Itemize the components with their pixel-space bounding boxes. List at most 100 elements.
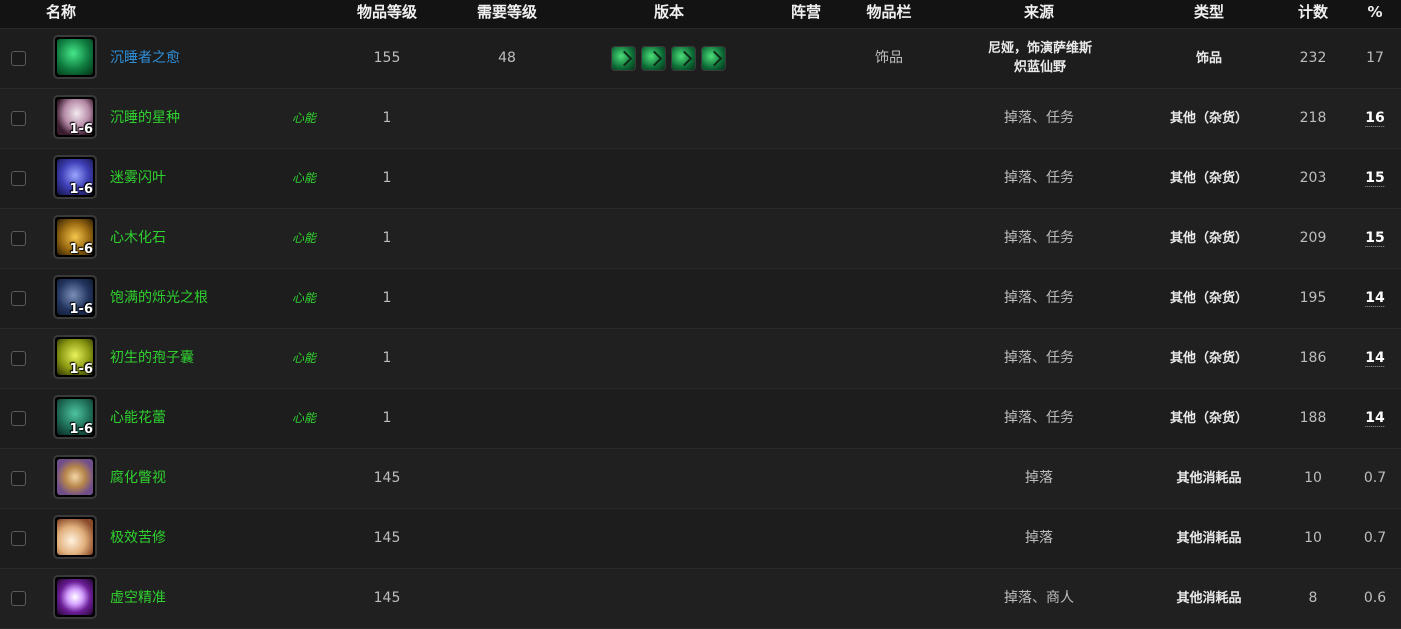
source-cell: 掉落 [1025,530,1053,546]
percent-cell: 15 [1365,209,1385,268]
percent-value: 17 [1366,50,1384,66]
percent-value[interactable]: 15 [1365,230,1385,247]
percent-value[interactable]: 16 [1365,110,1385,127]
type-cell: 其他消耗品 [1176,591,1242,606]
count-cell: 195 [1299,290,1327,306]
header-faction[interactable]: 阵营 [791,0,821,26]
count-cell: 10 [1304,470,1322,486]
source-cell: 掉落 [1025,470,1053,486]
fossil-icon[interactable]: 1-6 [53,215,97,259]
item-level-cell: 145 [373,470,401,486]
trinket-icon[interactable] [53,35,97,79]
root-icon[interactable]: 1-6 [53,275,97,319]
row-checkbox[interactable] [11,231,26,246]
item-name-link[interactable]: 沉睡者之愈 [110,29,180,88]
source-cell[interactable]: 尼娅，饰演萨维斯 炽蓝仙野 [988,39,1092,77]
stack-count: 1-6 [69,422,94,437]
type-cell: 其他（杂货） [1169,411,1249,426]
table-row[interactable]: 沉睡者之愈 155 48 饰品 尼娅，饰演萨维斯 炽蓝仙野 饰品 232 17 [0,29,1401,89]
percent-cell: 16 [1365,89,1385,148]
table-row[interactable]: 1-6 初生的孢子囊 心能 1 掉落、任务 其他（杂货） 186 14 [0,329,1401,389]
source-npc[interactable]: 尼娅，饰演萨维斯 [988,39,1092,58]
table-row[interactable]: 腐化瞥视 145 掉落 其他消耗品 10 0.7 [0,449,1401,509]
row-checkbox[interactable] [11,171,26,186]
percent-value[interactable]: 14 [1365,290,1385,307]
stack-count: 1-6 [69,302,94,317]
count-cell: 10 [1304,530,1322,546]
header-count[interactable]: 计数 [1298,0,1328,26]
header-source[interactable]: 来源 [1024,0,1054,26]
item-name-link[interactable]: 沉睡的星种 [110,89,180,148]
source-cell: 掉落、任务 [1004,290,1074,306]
item-name-link[interactable]: 极效苦修 [110,509,166,568]
item-name-link[interactable]: 虚空精准 [110,569,166,628]
version-icon[interactable] [671,46,696,71]
table-row[interactable]: 1-6 心木化石 心能 1 掉落、任务 其他（杂货） 209 15 [0,209,1401,269]
table-row[interactable]: 1-6 迷雾闪叶 心能 1 掉落、任务 其他（杂货） 203 15 [0,149,1401,209]
anima-tag: 心能 [292,111,317,125]
table-row[interactable]: 1-6 饱满的烁光之根 心能 1 掉落、任务 其他（杂货） 195 14 [0,269,1401,329]
header-type[interactable]: 类型 [1194,0,1224,26]
count-cell: 232 [1299,50,1327,66]
item-level-cell: 1 [382,110,392,126]
flower-bud-icon[interactable]: 1-6 [53,395,97,439]
header-req-level[interactable]: 需要等级 [477,0,537,26]
item-name-link[interactable]: 迷雾闪叶 [110,149,166,208]
source-cell: 掉落、任务 [1004,170,1074,186]
row-checkbox[interactable] [11,111,26,126]
count-cell: 218 [1299,110,1327,126]
row-checkbox[interactable] [11,411,26,426]
item-name-link[interactable]: 心木化石 [110,209,166,268]
table-row[interactable]: 1-6 心能花蕾 心能 1 掉落、任务 其他（杂货） 188 14 [0,389,1401,449]
item-table: 名称 物品等级 需要等级 版本 阵营 物品栏 来源 类型 计数 % 沉睡者之愈 1… [0,0,1401,629]
anima-tag: 心能 [292,291,317,305]
source-cell: 掉落、任务 [1004,230,1074,246]
header-name[interactable]: 名称 [46,0,76,26]
count-cell: 203 [1299,170,1327,186]
source-cell: 掉落、任务 [1004,410,1074,426]
row-checkbox[interactable] [11,531,26,546]
seed-icon[interactable]: 1-6 [53,95,97,139]
version-icon[interactable] [611,46,636,71]
row-checkbox[interactable] [11,51,26,66]
header-percent[interactable]: % [1367,0,1382,26]
percent-value[interactable]: 14 [1365,410,1385,427]
type-cell: 饰品 [1195,51,1223,66]
count-cell: 8 [1308,590,1318,606]
anima-tag: 心能 [292,411,317,425]
version-icon[interactable] [701,46,726,71]
scroll-icon[interactable] [53,515,97,559]
header-item-level[interactable]: 物品等级 [357,0,417,26]
percent-cell: 0.7 [1364,509,1386,568]
stack-count: 1-6 [69,122,94,137]
table-row[interactable]: 虚空精准 145 掉落、商人 其他消耗品 8 0.6 [0,569,1401,629]
eye-icon[interactable] [53,455,97,499]
item-name-link[interactable]: 饱满的烁光之根 [110,269,208,328]
spore-sac-icon[interactable]: 1-6 [53,335,97,379]
source-cell: 掉落、任务 [1004,350,1074,366]
item-level-cell: 1 [382,410,392,426]
void-rune-icon[interactable] [53,575,97,619]
source-zone[interactable]: 炽蓝仙野 [988,58,1092,77]
row-checkbox[interactable] [11,471,26,486]
item-name-link[interactable]: 心能花蕾 [110,389,166,448]
version-icon[interactable] [641,46,666,71]
type-cell: 其他消耗品 [1176,531,1242,546]
count-cell: 186 [1299,350,1327,366]
header-version[interactable]: 版本 [654,0,684,26]
leaf-icon[interactable]: 1-6 [53,155,97,199]
percent-value[interactable]: 14 [1365,350,1385,367]
row-checkbox[interactable] [11,351,26,366]
table-row[interactable]: 1-6 沉睡的星种 心能 1 掉落、任务 其他（杂货） 218 16 [0,89,1401,149]
count-cell: 209 [1299,230,1327,246]
percent-value[interactable]: 15 [1365,170,1385,187]
stack-count: 1-6 [69,182,94,197]
table-row[interactable]: 极效苦修 145 掉落 其他消耗品 10 0.7 [0,509,1401,569]
item-name-link[interactable]: 初生的孢子囊 [110,329,194,388]
header-slot[interactable]: 物品栏 [866,0,911,26]
item-name-link[interactable]: 腐化瞥视 [110,449,166,508]
percent-cell: 14 [1365,269,1385,328]
stack-count: 1-6 [69,362,94,377]
row-checkbox[interactable] [11,591,26,606]
row-checkbox[interactable] [11,291,26,306]
